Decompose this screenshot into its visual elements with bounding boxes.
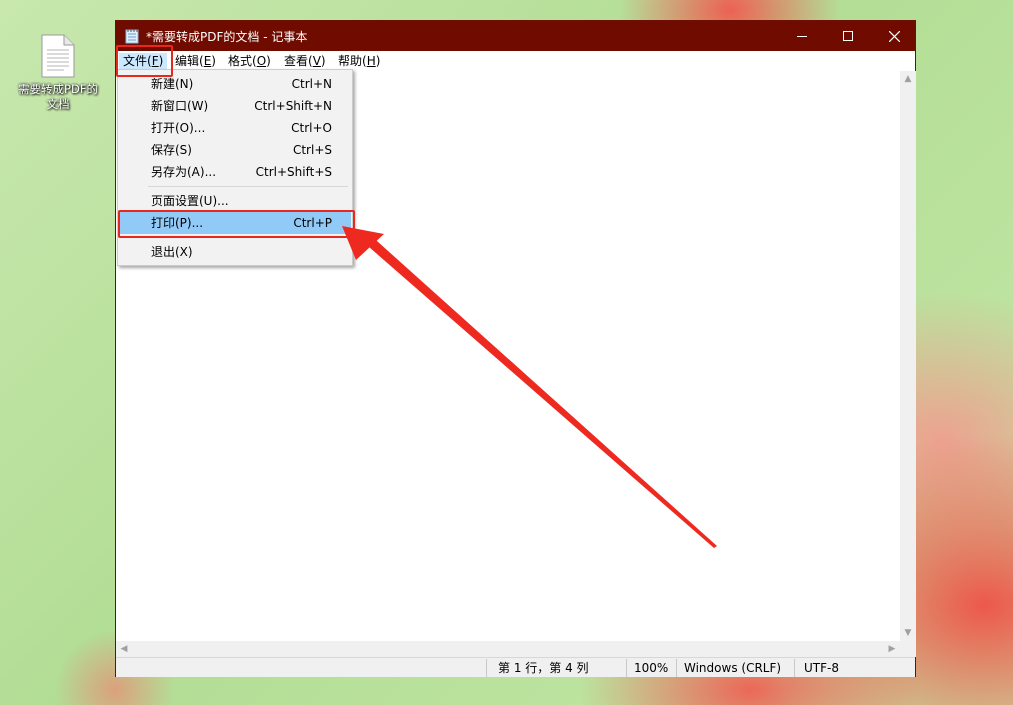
menu-format[interactable]: 格式(O) [224,53,275,69]
status-divider [626,659,627,677]
minimize-button[interactable] [779,21,825,51]
menu-item-new[interactable]: 新建(N) Ctrl+N [119,73,351,95]
status-divider [794,659,795,677]
menu-item-print[interactable]: 打印(P)... Ctrl+P [119,212,351,234]
menu-file[interactable]: 文件(F) [119,53,168,69]
desktop-file-label: 需要转成PDF的文档 [18,82,98,111]
minimize-icon [797,36,807,37]
menu-item-new-window[interactable]: 新窗口(W) Ctrl+Shift+N [119,95,351,117]
status-divider [676,659,677,677]
desktop-file-icon[interactable]: 需要转成PDF的文档 [16,34,100,112]
encoding: UTF-8 [804,661,839,675]
zoom-level: 100% [634,661,669,675]
menu-bar: 文件(F) 编辑(E) 格式(O) 查看(V) 帮助(H) [116,51,915,71]
menu-item-open[interactable]: 打开(O)... Ctrl+O [119,117,351,139]
menu-item-exit[interactable]: 退出(X) [119,241,351,263]
maximize-button[interactable] [825,21,871,51]
title-bar[interactable]: *需要转成PDF的文档 - 记事本 [116,21,915,51]
document-icon [41,34,75,78]
menu-item-page-setup[interactable]: 页面设置(U)... [119,190,351,212]
notepad-app-icon [125,29,139,44]
scroll-right-arrow[interactable]: ▶ [884,641,900,657]
close-icon [888,30,900,42]
menu-item-save[interactable]: 保存(S) Ctrl+S [119,139,351,161]
file-menu-dropdown: 新建(N) Ctrl+N 新窗口(W) Ctrl+Shift+N 打开(O)... C… [117,69,353,266]
menu-separator [148,186,348,187]
line-ending: Windows (CRLF) [684,661,782,675]
menu-help[interactable]: 帮助(H) [334,53,384,69]
scroll-up-arrow[interactable]: ▲ [900,71,916,87]
resize-grip[interactable] [900,641,916,657]
close-button[interactable] [871,21,917,51]
menu-view[interactable]: 查看(V) [280,53,330,69]
window-title: *需要转成PDF的文档 - 记事本 [146,30,308,44]
status-bar: 第 1 行，第 4 列 100% Windows (CRLF) UTF-8 [116,657,915,677]
status-divider [486,659,487,677]
scroll-left-arrow[interactable]: ◀ [116,641,132,657]
maximize-icon [843,31,853,41]
menu-item-save-as[interactable]: 另存为(A)... Ctrl+Shift+S [119,161,351,183]
scroll-down-arrow[interactable]: ▼ [900,625,916,641]
menu-edit[interactable]: 编辑(E) [171,53,220,69]
vertical-scrollbar[interactable]: ▲ ▼ [900,71,916,641]
horizontal-scrollbar[interactable]: ◀ ▶ [116,641,900,657]
cursor-position: 第 1 行，第 4 列 [498,661,589,675]
menu-separator [148,237,348,238]
